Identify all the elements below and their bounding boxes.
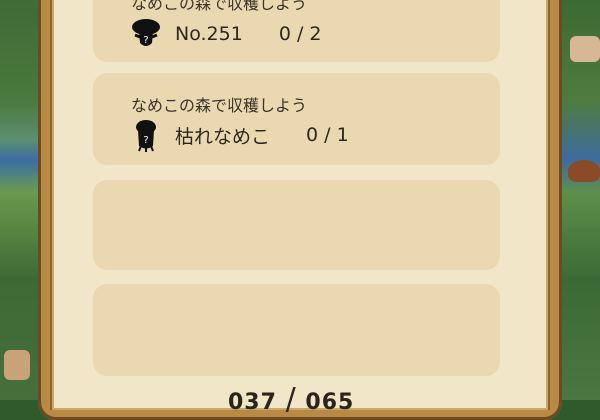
task-target: No.251: [175, 23, 243, 45]
svg-text:?: ?: [143, 35, 148, 46]
empty-task-slot: [93, 180, 500, 270]
empty-task-slot: [93, 284, 500, 376]
task-title: なめこの森で収穫しよう: [131, 0, 308, 13]
task-progress: 0 / 2: [278, 23, 322, 45]
background-left: [0, 0, 40, 400]
mushroom-decoration: [570, 36, 600, 62]
panel-border-right: [548, 0, 550, 410]
svg-text:?: ?: [143, 135, 148, 146]
task-progress: 0 / 1: [306, 124, 349, 146]
unknown-mushroom-silhouette-icon: ?: [132, 19, 160, 46]
task-target: 枯れなめこ: [175, 125, 271, 148]
task-row: ? 枯れなめこ 0 / 1: [129, 118, 349, 152]
collection-current: 037: [228, 390, 277, 415]
mushroom-decoration: [568, 160, 600, 182]
task-card[interactable]: なめこの森で収穫しよう ? No.251 0 / 2: [93, 0, 500, 62]
collection-total: 065: [305, 390, 355, 415]
mushroom-decoration: [4, 350, 30, 380]
background-right: [560, 0, 600, 400]
unknown-mushroom-silhouette-icon: ?: [136, 120, 156, 152]
task-card[interactable]: なめこの森で収穫しよう ? 枯れなめこ 0 / 1: [93, 73, 500, 165]
panel-border-left: [50, 0, 52, 410]
task-row: ? No.251 0 / 2: [129, 17, 321, 51]
task-title: なめこの森で収穫しよう: [131, 96, 308, 115]
